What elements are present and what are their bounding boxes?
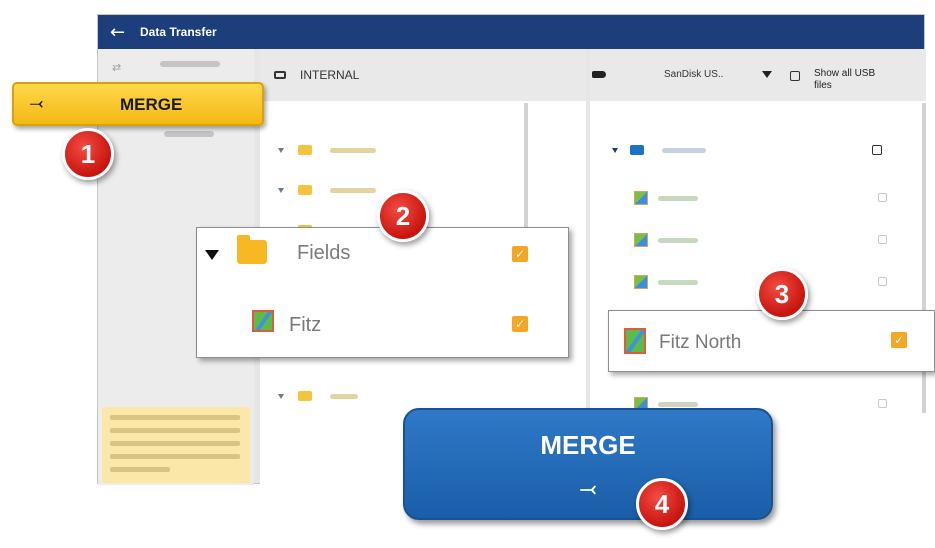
show-all-checkbox[interactable] — [790, 71, 800, 81]
field-icon — [252, 310, 274, 332]
fitz-north-checkbox[interactable]: ✓ — [891, 332, 907, 348]
field-checkbox[interactable] — [878, 235, 887, 244]
tree-row[interactable] — [278, 185, 376, 195]
tree-row[interactable] — [278, 391, 358, 401]
fitz-north-label: Fitz North — [659, 332, 742, 353]
collapse-arrow-icon[interactable] — [205, 250, 219, 260]
usb-device-label: SanDisk US.. — [664, 69, 724, 80]
tree-row[interactable] — [278, 145, 376, 155]
info-panel — [102, 407, 250, 483]
folder-checkbox[interactable] — [872, 145, 882, 155]
field-icon — [624, 328, 646, 354]
field-icon — [634, 233, 648, 247]
merge-main-label: MERGE — [540, 430, 636, 460]
folder-icon — [630, 145, 644, 155]
fields-checkbox[interactable]: ✓ — [512, 246, 528, 262]
merge-main-button[interactable]: MERGE ⤙ — [403, 408, 773, 520]
fields-callout: Fields ✓ Fitz ✓ — [196, 227, 569, 358]
folder-icon — [298, 391, 312, 401]
list-item[interactable] — [634, 191, 698, 205]
sidebar-item-transfer[interactable] — [160, 61, 220, 67]
window-title: Data Transfer — [140, 25, 217, 39]
title-bar: ← Data Transfer — [98, 15, 924, 49]
back-arrow-icon[interactable]: ← — [110, 22, 132, 43]
fitz-north-callout: Fitz North ✓ — [608, 310, 935, 372]
field-checkbox[interactable] — [878, 193, 887, 202]
internal-header: INTERNAL — [260, 49, 586, 101]
merge-side-label: MERGE — [120, 95, 183, 114]
step-badge-4: 4 — [636, 478, 688, 530]
merge-icon: ⤙ — [30, 93, 43, 112]
transfer-icon: ⇄ — [112, 61, 122, 74]
field-checkbox[interactable] — [878, 399, 887, 408]
show-all-label: Show all USB files — [814, 68, 876, 91]
device-dropdown-icon[interactable] — [762, 71, 772, 78]
tree-row[interactable] — [612, 145, 706, 155]
merge-side-button[interactable]: ⤙ MERGE — [12, 82, 264, 126]
fitz-field-label: Fitz — [289, 314, 322, 336]
fitz-checkbox[interactable]: ✓ — [512, 316, 528, 332]
field-icon — [634, 191, 648, 205]
step-badge-3: 3 — [756, 268, 808, 320]
merge-icon: ⤙ — [580, 476, 596, 500]
field-checkbox[interactable] — [878, 277, 887, 286]
list-item[interactable] — [634, 275, 698, 289]
folder-icon — [298, 145, 312, 155]
step-badge-2: 2 — [377, 190, 429, 242]
sidebar-item-merge[interactable] — [164, 131, 214, 137]
fields-folder-label: Fields — [297, 242, 351, 264]
internal-label: INTERNAL — [300, 68, 360, 82]
folder-icon — [298, 185, 312, 195]
usb-icon — [592, 71, 606, 78]
list-item[interactable] — [634, 233, 698, 247]
tablet-icon — [274, 71, 286, 79]
folder-icon — [237, 235, 267, 264]
usb-header: SanDisk US.. Show all USB files — [590, 49, 926, 101]
field-icon — [634, 275, 648, 289]
step-badge-1: 1 — [62, 128, 114, 180]
expand-arrow-icon — [612, 147, 618, 153]
